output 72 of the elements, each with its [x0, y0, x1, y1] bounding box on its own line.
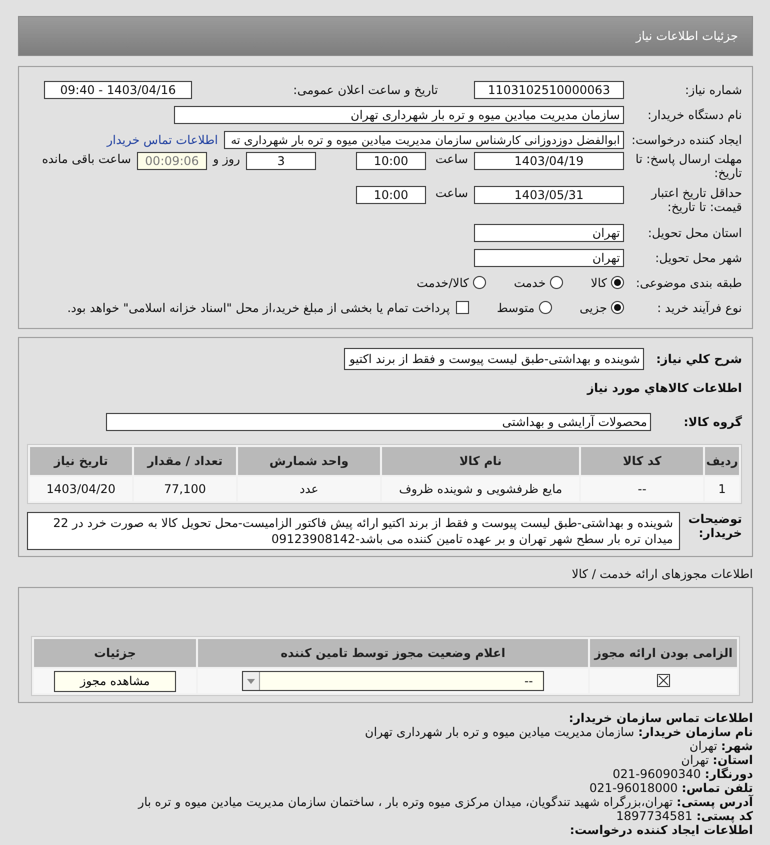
field-label: تاریخ و ساعت اعلان عمومی: — [292, 82, 438, 96]
radio-label: کالا — [590, 276, 607, 290]
column-header: تعداد / مقدار — [134, 447, 236, 475]
field-label: حداقل تاریخ اعتبار قیمت: تا تاریخ: — [650, 186, 742, 214]
radio-button[interactable] — [611, 301, 624, 314]
header-title: جزئیات اطلاعات نیاز — [636, 29, 738, 43]
column-header: الزامی بودن ارائه مجوز — [590, 639, 737, 667]
radio-button[interactable] — [538, 301, 552, 314]
select-value: -- — [524, 674, 533, 688]
input-field: تهران — [474, 224, 624, 242]
input-field: 1103102510000063 — [474, 80, 624, 98]
radio-button[interactable] — [611, 276, 624, 289]
field-label: نام دستگاه خریدار: — [646, 108, 742, 122]
field-label: نوع فرآیند خرید : — [656, 300, 742, 314]
input-field: 1403/05/31 — [474, 186, 624, 204]
field-label: توضیحات خریدار: — [687, 512, 742, 540]
field-label: ساعت — [434, 152, 468, 166]
radio-label: جزیی — [580, 300, 607, 314]
input-field: تهران — [474, 248, 624, 266]
countdown-field: 00:09:06 — [137, 152, 207, 170]
buyer-contact-link[interactable]: اطلاعات تماس خریدار — [106, 132, 218, 146]
table-cell: مایع ظرفشویی و شوینده ظروف — [382, 477, 580, 501]
contact-title: اطلاعات ایجاد کننده درخواست: — [568, 823, 753, 837]
field-label: ایجاد کننده درخواست: — [630, 132, 742, 146]
column-header: نام کالا — [382, 447, 580, 475]
radio-button[interactable] — [472, 276, 486, 289]
column-header: واحد شمارش — [238, 447, 380, 475]
input-field: ابوالفضل دوزدوزانی کارشناس سازمان مدیریت میادین میوه و تره بار شهرداری ته — [224, 130, 624, 148]
view-license-button[interactable]: مشاهده مجوز — [54, 670, 176, 692]
contact-title: اطلاعات تماس سازمان خریدار: — [568, 711, 753, 725]
input-field: 1403/04/19 — [474, 152, 624, 170]
column-header: تاریخ نیاز — [30, 447, 132, 475]
input-field: سازمان مدیریت میادین میوه و تره بار شهرداری تهران — [174, 106, 624, 124]
checkbox[interactable] — [456, 301, 469, 314]
column-header: ردیف — [705, 447, 739, 475]
radio-label: خدمت — [514, 276, 546, 290]
radio-button[interactable] — [550, 276, 563, 289]
field-label: مهلت ارسال پاسخ: تا تاریخ: — [634, 152, 742, 180]
radio-label: متوسط — [496, 300, 535, 314]
table-cell: -- — [581, 477, 704, 501]
contact-line: استان: تهران — [680, 753, 753, 767]
input-field: شوینده و بهداشتی-طبق لیست پیوست و فقط از برند اکتیو — [344, 348, 644, 370]
table-cell: 1403/04/20 — [30, 477, 132, 501]
field-label: گروه کالا: — [682, 415, 742, 429]
field-label: استان محل تحویل: — [646, 226, 742, 240]
column-header: کد کالا — [581, 447, 704, 475]
table-cell: عدد — [238, 477, 380, 501]
field-label: طبقه بندی موضوعی: — [634, 276, 742, 290]
input-field: 10:00 — [356, 186, 426, 204]
field-label: شرح کلي نیاز: — [655, 352, 742, 366]
radio-label: کالا/خدمت — [416, 276, 469, 290]
input-field: 1403/04/16 - 09:40 — [44, 80, 192, 98]
field-label: شماره نیاز: — [684, 82, 742, 96]
section-heading: اطلاعات کالاهاي مورد نیاز — [587, 380, 742, 394]
checkbox-label: پرداخت تمام یا بخشی از مبلغ خرید،از محل "اسناد خزانه اسلامی" خواهد بود. — [67, 300, 450, 314]
column-header: جزئیات — [34, 639, 196, 667]
input-field: 10:00 — [356, 152, 426, 170]
table-cell: 1 — [705, 477, 739, 501]
table-cell: 77,100 — [134, 477, 236, 501]
field-label: روز و — [213, 152, 240, 166]
contact-line: نام سازمان خریدار: سازمان مدیریت میادین میوه و تره بار شهرداری تهران — [364, 725, 753, 739]
column-header: اعلام وضعیت مجوز توسط تامین کننده — [198, 639, 588, 667]
field-label: ساعت باقی مانده — [42, 152, 131, 166]
field-label: شهر محل تحویل: — [654, 250, 742, 264]
input-field: محصولات آرایشی و بهداشتی — [106, 413, 651, 431]
notes-field: شوینده و بهداشتی-طبق لیست پیوست و فقط از برند اکتیو ارائه پیش فاکتور الزامیست-محل تحویل کالا به صورت خرد در 22 میدان تره بار سطح شهر تهران و بر عهده تامین کننده می باشد-09123908142 — [27, 512, 680, 550]
section-heading: اطلاعات مجوزهای ارائه خدمت / کالا — [572, 567, 753, 581]
field-label: ساعت — [434, 186, 468, 200]
contact-line: شهر: تهران — [688, 739, 753, 753]
contact-line: آدرس پستی: تهران،بزرگراه شهید تندگویان، میدان مرکزی میوه وتره بار ، ساختمان سازمان مدیریت میادین میوه و تره بار — [136, 795, 753, 809]
status-select[interactable]: -- — [242, 671, 544, 691]
input-field: 3 — [246, 152, 316, 170]
